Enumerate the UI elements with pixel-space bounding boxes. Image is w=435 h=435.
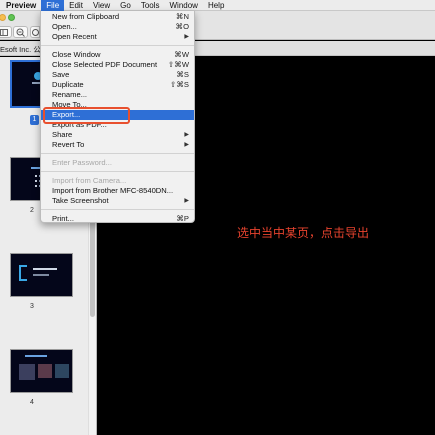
info-icon: [31, 28, 39, 36]
submenu-arrow-icon: ▶: [184, 34, 189, 40]
menu-item-close-selected-pdf[interactable]: Close Selected PDF Document ⇧⌘W: [41, 60, 194, 70]
menu-item-duplicate[interactable]: Duplicate ⇧⌘S: [41, 80, 194, 90]
page-number-4: 4: [30, 399, 34, 406]
menu-item-rename[interactable]: Rename...: [41, 90, 194, 100]
sidebar-icon: [0, 28, 8, 36]
menu-file[interactable]: File: [41, 0, 65, 11]
menu-separator: [41, 153, 194, 154]
info-button[interactable]: [30, 26, 40, 38]
export-callout-box: [43, 107, 130, 124]
menu-item-revert-to[interactable]: Revert To ▶: [41, 140, 194, 150]
menu-go[interactable]: Go: [115, 0, 136, 11]
shortcut-label: ⇧⌘S: [169, 80, 189, 89]
menu-item-take-screenshot[interactable]: Take Screenshot ▶: [41, 196, 194, 206]
menu-help[interactable]: Help: [203, 0, 229, 11]
menu-item-import-from-brother[interactable]: Import from Brother MFC-8540DN...: [41, 186, 194, 196]
menu-separator: [41, 171, 194, 172]
menu-item-share[interactable]: Share ▶: [41, 130, 194, 140]
menu-separator: [41, 209, 194, 210]
menu-item-save[interactable]: Save ⌘S: [41, 70, 194, 80]
shortcut-label: ⌘W: [174, 50, 189, 59]
minimize-button[interactable]: [0, 14, 6, 21]
zoom-out-button[interactable]: [13, 26, 28, 38]
menu-edit[interactable]: Edit: [64, 0, 88, 11]
submenu-arrow-icon: ▶: [184, 198, 189, 204]
shortcut-label: ⇧⌘W: [167, 60, 189, 69]
shortcut-label: ⌘P: [176, 214, 189, 223]
menu-bar: Preview File Edit View Go Tools Window H…: [0, 0, 435, 11]
submenu-arrow-icon: ▶: [184, 142, 189, 148]
shortcut-label: ⌘O: [175, 22, 189, 31]
menu-item-open[interactable]: Open... ⌘O: [41, 22, 194, 32]
shortcut-label: ⌘S: [176, 70, 189, 79]
zoom-out-icon: [16, 28, 25, 37]
menu-tools[interactable]: Tools: [136, 0, 165, 11]
menu-item-print[interactable]: Print... ⌘P: [41, 214, 194, 224]
menu-view[interactable]: View: [88, 0, 115, 11]
page-thumbnail-3[interactable]: [10, 253, 73, 297]
page-number-1: 1: [30, 115, 39, 125]
page-number-3: 3: [30, 303, 34, 310]
menu-item-open-recent[interactable]: Open Recent ▶: [41, 32, 194, 42]
zoom-window-button[interactable]: [8, 14, 15, 21]
page-number-2: 2: [30, 207, 34, 214]
menu-item-close-window[interactable]: Close Window ⌘W: [41, 50, 194, 60]
menu-separator: [41, 45, 194, 46]
menu-item-new-from-clipboard[interactable]: New from Clipboard ⌘N: [41, 12, 194, 22]
menu-app-preview[interactable]: Preview: [0, 0, 41, 11]
page-thumbnail-4[interactable]: [10, 349, 73, 393]
shortcut-label: ⌘N: [175, 12, 189, 21]
submenu-arrow-icon: ▶: [184, 132, 189, 138]
menu-item-import-from-camera: Import from Camera...: [52, 176, 127, 185]
menu-item-enter-password: Enter Password...: [52, 158, 112, 167]
instruction-annotation: 选中当中某页，点击导出: [237, 226, 370, 240]
menu-window[interactable]: Window: [165, 0, 203, 11]
sidebar-toggle-button[interactable]: [0, 26, 12, 38]
